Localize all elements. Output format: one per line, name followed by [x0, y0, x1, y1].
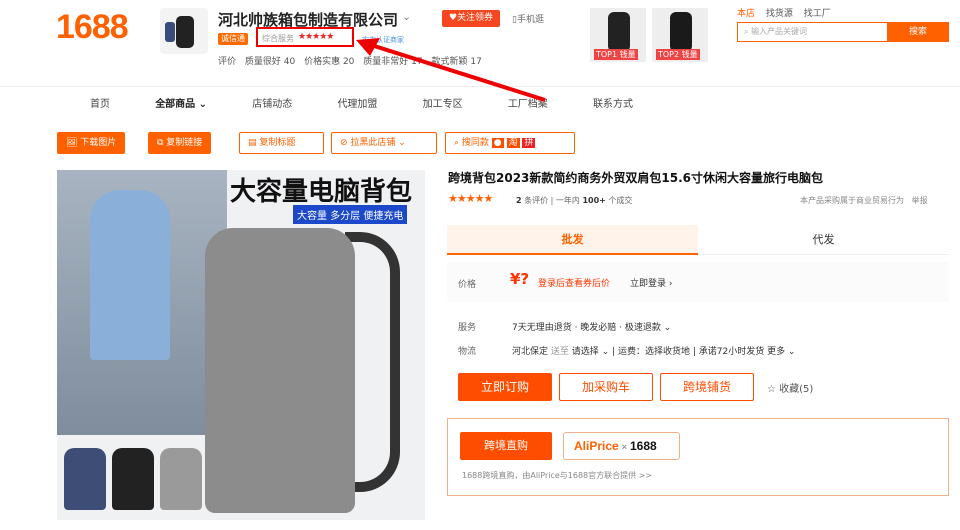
price-value: ¥?: [510, 270, 530, 288]
tab-find-factory[interactable]: 找工厂: [804, 9, 831, 19]
fee-value[interactable]: 选择收货地: [645, 347, 690, 357]
mobile-link[interactable]: ▯手机逛: [512, 12, 544, 25]
search-placeholder: 输入产品关键词: [751, 27, 808, 36]
search-similar-button[interactable]: ⌕ 搜同款 ● 淘 拼: [445, 132, 575, 154]
color-swatch-black[interactable]: [112, 448, 154, 510]
fee-label: 运费：: [617, 347, 645, 357]
review-label[interactable]: 条评价: [524, 196, 548, 205]
promo-product-2[interactable]: TOP2 钱量: [652, 8, 708, 62]
cross-sign: ×: [621, 442, 627, 452]
shipping-info: 河北保定 送至 请选择 ⌄ | 运费：选择收货地 | 承诺72小时发货 更多 ⌄: [512, 347, 796, 357]
sold-label: 个成交: [608, 196, 633, 205]
page: 1688 河北帅族箱包制造有限公司 ⌄ ♥关注领券 ▯手机逛 诚信通 综合服务 …: [0, 0, 960, 530]
nav-contact[interactable]: 联系方式: [593, 99, 633, 110]
ship-from: 河北保定: [512, 347, 549, 357]
product-title: 跨境背包2023新款简约商务外贸双肩包15.6寸休闲大容量旅行电脑包: [448, 171, 824, 185]
tab-wholesale[interactable]: 批发: [447, 225, 698, 255]
chevron-down-icon[interactable]: ⌄: [402, 10, 411, 23]
image-headline: 大容量电脑背包: [230, 177, 413, 207]
product-rating-stars: ★★★★★: [448, 192, 493, 205]
nav-store-news[interactable]: 店铺动态: [252, 99, 292, 110]
member-badge: 诚信通: [218, 33, 248, 45]
cross-border-note[interactable]: 1688跨境直购，由AliPrice与1688官方联合提供 >>: [462, 470, 652, 481]
price-label: 价格: [458, 280, 477, 290]
cross-border-buy-button[interactable]: 跨境直购: [460, 432, 552, 460]
delivery-promise[interactable]: 承诺72小时发货 更多 ⌄: [699, 347, 796, 357]
search-scope-tabs: 本店 找货源 找工厂: [737, 6, 839, 19]
tab-this-store[interactable]: 本店: [737, 9, 755, 19]
block-store-button[interactable]: ⊘ 拉黑此店铺 ⌄: [331, 132, 437, 154]
cross-border-listing-button[interactable]: 跨境铺货: [660, 373, 754, 401]
promo-product-1[interactable]: TOP1 钱量: [590, 8, 646, 62]
promo-tag: TOP2 钱量: [656, 49, 700, 60]
ship-to-label: 送至: [550, 347, 569, 357]
tab-dropship[interactable]: 代发: [698, 225, 949, 255]
partner-name: 1688: [629, 439, 657, 453]
rating-tag[interactable]: 价格实惠 20: [304, 57, 354, 67]
search-icon: ⌕: [744, 27, 749, 36]
aliprice-badge: AliPrice × 1688: [563, 432, 680, 460]
trade-notice: 本产品采购属于商业贸易行为 举报: [800, 195, 928, 206]
login-price-link[interactable]: 登录后查看券后价: [538, 276, 610, 289]
ship-to-select[interactable]: 请选择 ⌄: [572, 347, 609, 357]
color-swatch-gray[interactable]: [160, 448, 202, 510]
notice-text: 本产品采购属于商业贸易行为: [800, 196, 904, 205]
buy-now-button[interactable]: 立即订购: [458, 373, 552, 401]
download-images-button[interactable]: 🖼 下载图片: [57, 132, 126, 154]
product-stats: 2 条评价 | 一年内 100+ 个成交: [516, 196, 633, 205]
rating-tag[interactable]: 质量很好 40: [245, 57, 295, 67]
sold-count: 100+: [582, 196, 606, 205]
nav-label: 全部商品: [155, 99, 196, 110]
site-logo[interactable]: 1688: [56, 8, 129, 47]
tab-find-source[interactable]: 找货源: [766, 9, 793, 19]
backpack-image: [205, 228, 355, 513]
service-value[interactable]: 7天无理由退货 · 晚发必赔 · 极速退款 ⌄: [512, 320, 671, 333]
rating-tag: 评价: [218, 57, 237, 67]
button-label: 拉黑此店铺: [350, 138, 396, 148]
copy-title-button[interactable]: ▤ 复制标题: [239, 132, 324, 154]
shipping-row-label: 物流: [458, 347, 477, 357]
image-subheadline: 大容量 多分层 便捷充电: [293, 205, 408, 224]
button-label: 复制链接: [166, 138, 203, 148]
period-label: 一年内: [555, 196, 580, 205]
service-row-label: 服务: [458, 323, 477, 333]
nav-home[interactable]: 首页: [90, 99, 110, 110]
add-to-cart-button[interactable]: 加采购车: [559, 373, 653, 401]
login-now-link[interactable]: 立即登录 ›: [630, 276, 672, 289]
aliprice-name: AliPrice: [574, 439, 619, 453]
button-label: 搜同款: [461, 138, 489, 148]
color-swatch-navy[interactable]: [64, 448, 106, 510]
button-label: 下载图片: [80, 138, 117, 148]
search-button[interactable]: 搜索: [887, 22, 949, 42]
nav-all-products[interactable]: 全部商品 ⌄: [155, 99, 207, 110]
copy-link-button[interactable]: ⧉ 复制链接: [148, 132, 212, 154]
review-count[interactable]: 2: [516, 196, 522, 205]
report-link[interactable]: 举报: [912, 196, 928, 205]
shop-thumbnail[interactable]: [160, 8, 208, 54]
annotation-highlight-box: [256, 27, 354, 47]
button-label: 复制标题: [259, 138, 296, 148]
model-figure: [90, 190, 170, 360]
annotation-arrow-icon: [356, 38, 546, 102]
search-input[interactable]: ⌕ 输入产品关键词: [737, 22, 887, 42]
promo-tag: TOP1 钱量: [594, 49, 638, 60]
favorite-button[interactable]: ☆ 收藏(5): [767, 380, 813, 395]
follow-button[interactable]: ♥关注领券: [442, 10, 500, 27]
